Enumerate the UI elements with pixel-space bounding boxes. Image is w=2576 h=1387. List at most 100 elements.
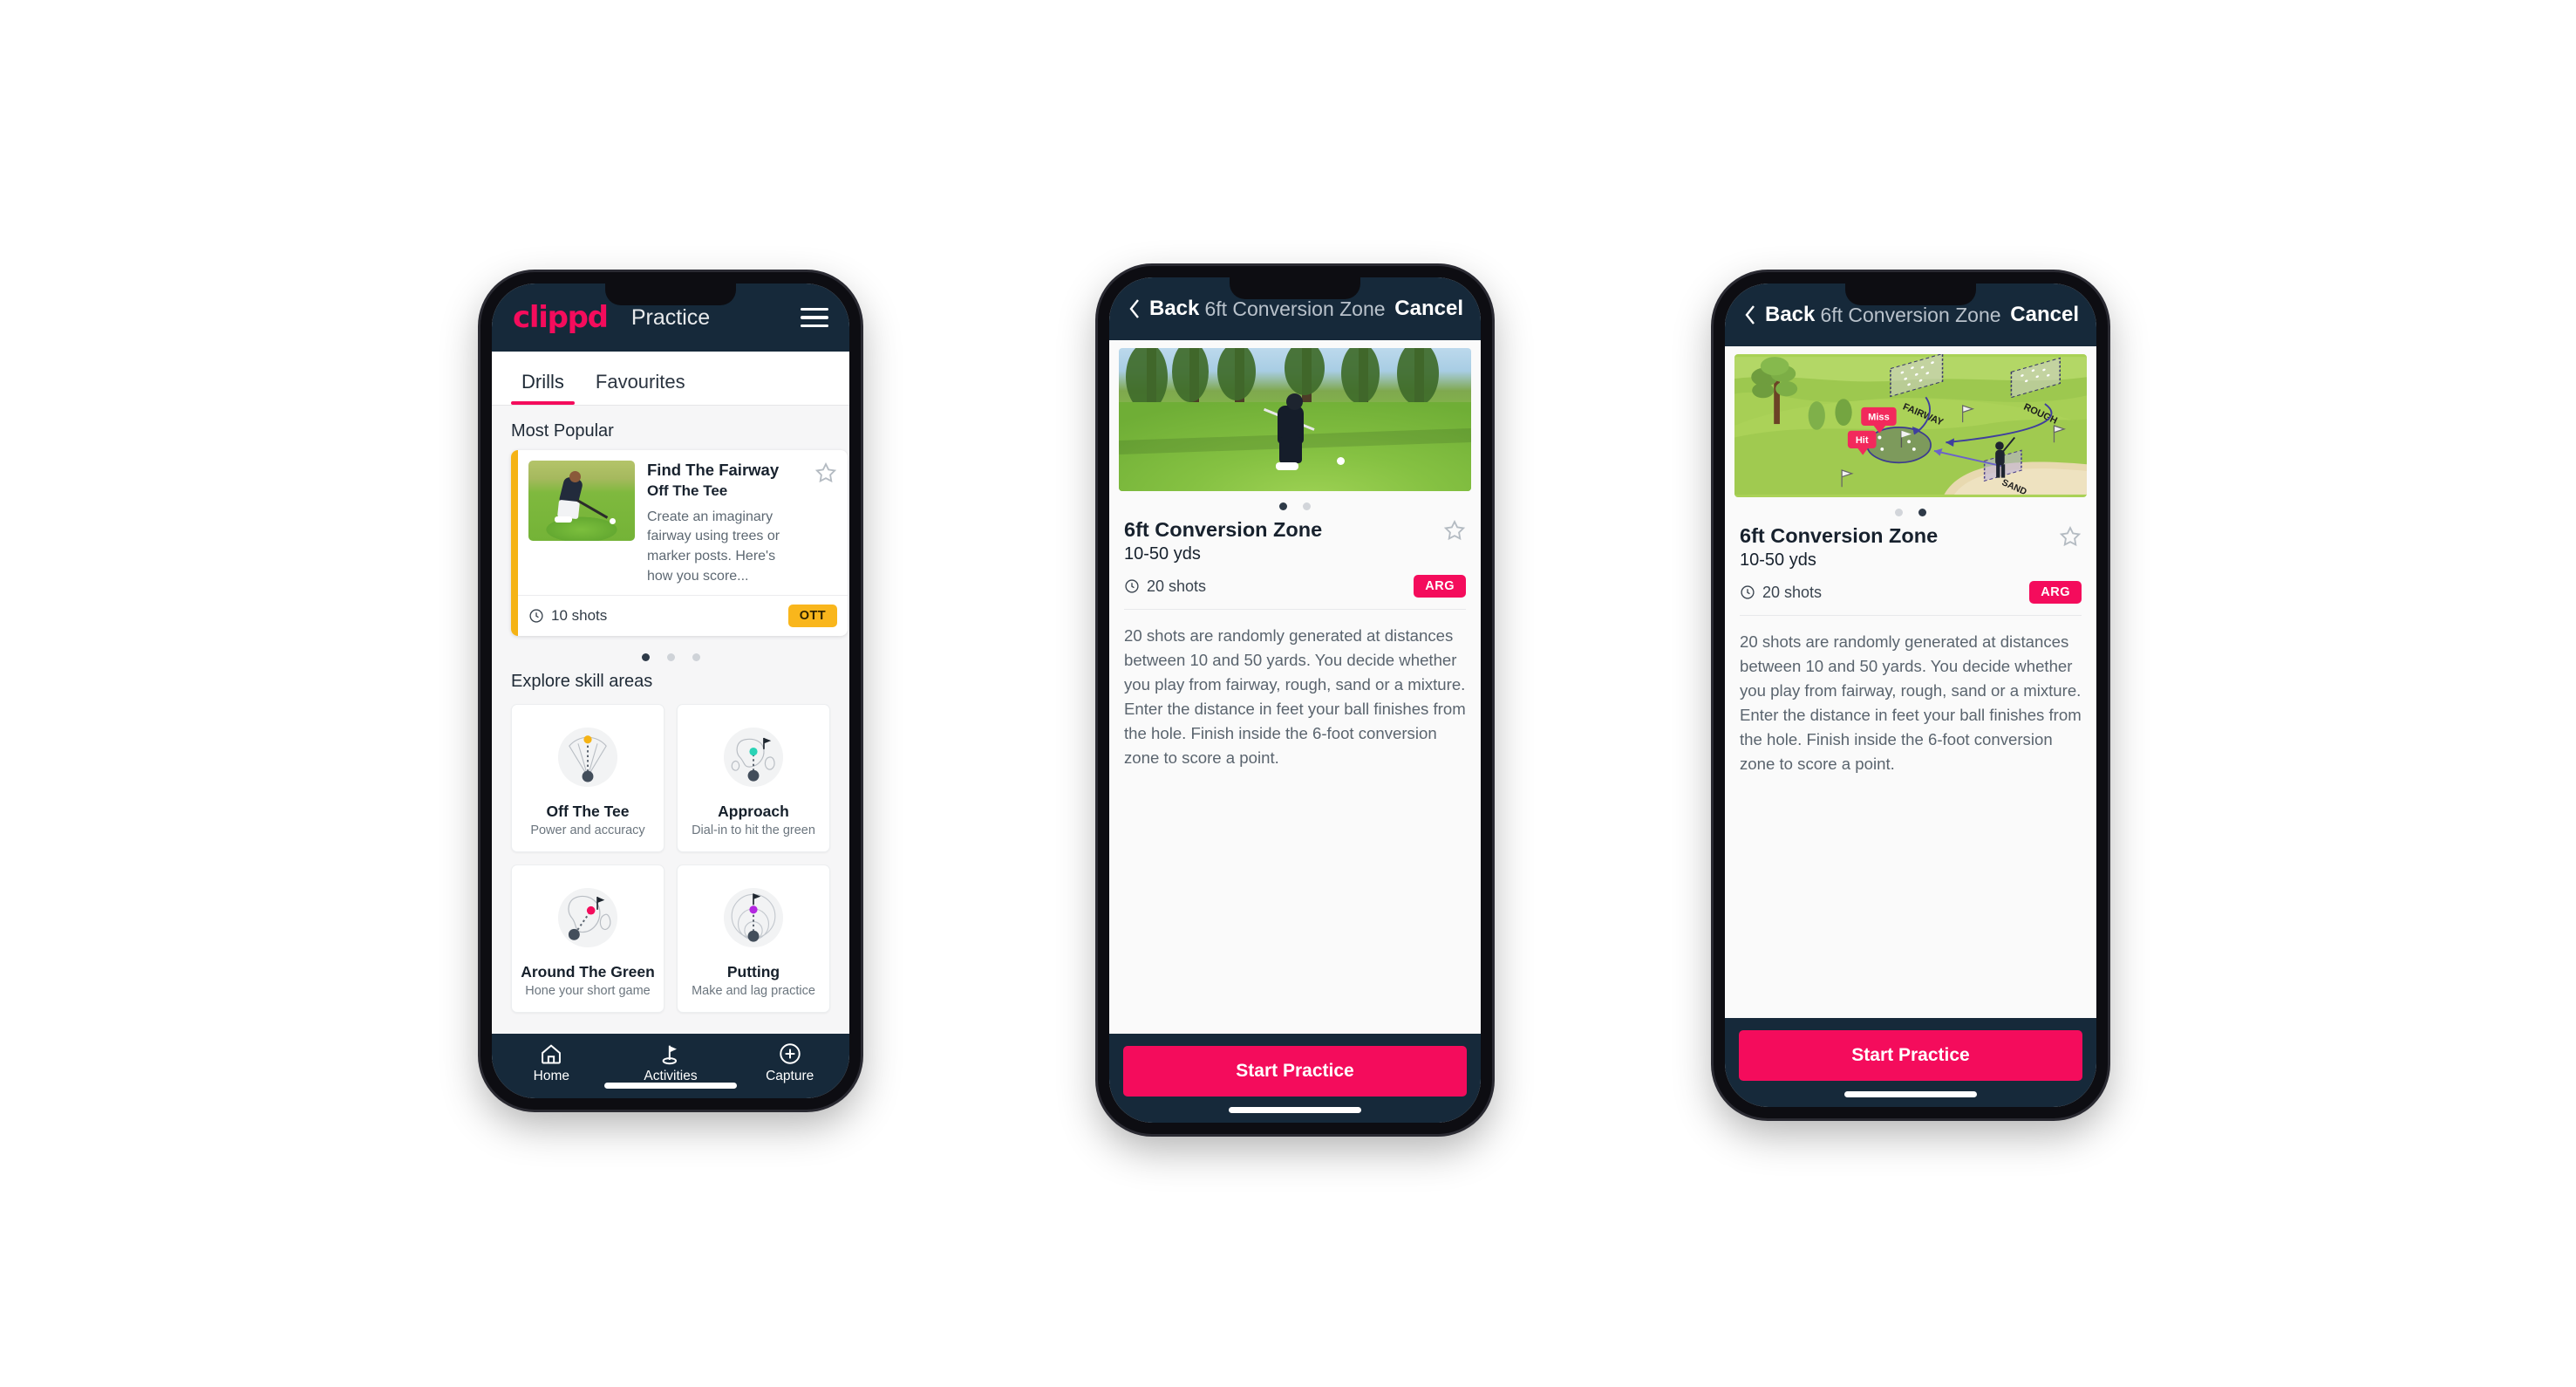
hamburger-icon[interactable]	[801, 307, 828, 328]
drill-shots: 10 shots	[528, 607, 607, 625]
clock-icon	[529, 609, 543, 624]
skill-name: Approach	[718, 803, 789, 821]
notch	[605, 284, 736, 305]
skill-badge-arg: ARG	[2029, 581, 2082, 605]
notch	[1845, 284, 1976, 305]
nav-item-capture[interactable]: Capture	[730, 1042, 849, 1084]
carousel-dot-3[interactable]	[692, 653, 700, 662]
skill-name: Around The Green	[521, 963, 655, 981]
home-icon	[542, 1044, 562, 1064]
cancel-button[interactable]: Cancel	[2010, 303, 2079, 327]
skill-card-putting[interactable]: Putting Make and lag practice	[677, 864, 830, 1014]
hero-dots[interactable]	[1725, 497, 2096, 522]
chevron-left-icon	[1745, 305, 1755, 325]
svg-text:Hit: Hit	[1856, 435, 1869, 446]
star-outline-icon[interactable]	[1443, 519, 1466, 542]
section-explore-title: Explore skill areas	[511, 672, 653, 692]
screenshot-stage: clippd Practice Drills Favourites Most P…	[0, 0, 2576, 1387]
drill-thumbnail	[528, 461, 635, 541]
plus-circle-icon	[779, 1043, 801, 1064]
clock-icon	[1741, 585, 1755, 599]
golf-flag-icon	[662, 1045, 678, 1065]
tee-fan-icon	[557, 728, 618, 788]
drill-description-body: 20 shots are randomly generated at dista…	[1124, 626, 1466, 767]
drill-detail-title: 6ft Conversion Zone	[1124, 518, 1323, 541]
svg-text:Miss: Miss	[1868, 412, 1890, 422]
drill-detail-shots: 20 shots	[1124, 577, 1206, 596]
back-button[interactable]: Back	[1127, 297, 1199, 321]
detail-body: 6ft Conversion Zone 10-50 yds 20 shots A…	[1109, 340, 1481, 1034]
chip-green-icon	[557, 888, 618, 948]
clippd-logo: clippd	[513, 300, 609, 335]
hero-dots[interactable]	[1109, 491, 1481, 516]
putting-rings-icon	[723, 888, 784, 948]
shots-label: 20 shots	[1147, 577, 1207, 595]
hero-wrapper	[1109, 340, 1481, 491]
skill-badge-ott: OTT	[787, 605, 837, 628]
hero-dot-1[interactable]	[1279, 502, 1287, 510]
start-practice-button[interactable]: Start Practice	[1123, 1046, 1467, 1097]
back-label: Back	[1149, 297, 1200, 320]
nav-item-activities[interactable]: Activities	[611, 1042, 731, 1084]
tab-drills[interactable]: Drills	[506, 371, 580, 405]
back-label: Back	[1765, 303, 1816, 326]
cancel-button[interactable]: Cancel	[1394, 297, 1463, 321]
drill-distance-range: 10-50 yds	[1124, 544, 1201, 564]
hero-dot-1[interactable]	[1895, 509, 1903, 516]
approach-green-icon	[723, 728, 784, 788]
phone-mockup-drill-detail-photo: Back 6ft Conversion Zone Cancel 6ft Conv…	[1098, 266, 1492, 1134]
detail-header: 6ft Conversion Zone 10-50 yds 20 shots A…	[1725, 522, 2096, 605]
carousel-dots[interactable]	[492, 636, 849, 666]
hero-dot-2[interactable]	[1918, 509, 1926, 516]
detail-body: FAIRWAY ROUGH SAND Miss Hit 6ft Conversi…	[1725, 346, 2096, 1018]
drill-detail-shots: 20 shots	[1740, 584, 1822, 602]
phone2-screen: Back 6ft Conversion Zone Cancel 6ft Conv…	[1109, 277, 1481, 1123]
drill-distance-range: 10-50 yds	[1740, 550, 1816, 571]
carousel-dot-1[interactable]	[641, 653, 650, 662]
clock-icon	[1125, 579, 1139, 593]
home-indicator	[604, 1083, 737, 1089]
skill-card-around-the-green[interactable]: Around The Green Hone your short game	[511, 864, 664, 1014]
phone1-screen: clippd Practice Drills Favourites Most P…	[492, 284, 849, 1098]
skill-name: Off The Tee	[546, 803, 630, 821]
detail-header: 6ft Conversion Zone 10-50 yds 20 shots A…	[1109, 516, 1481, 598]
skill-card-approach[interactable]: Approach Dial-in to hit the green	[677, 704, 830, 853]
drill-hero-photo[interactable]	[1119, 348, 1471, 491]
phone3-screen: Back 6ft Conversion Zone Cancel FAIRWAY …	[1725, 284, 2096, 1107]
nav-label: Capture	[766, 1069, 814, 1083]
drill-hero-illustration[interactable]: FAIRWAY ROUGH SAND Miss Hit	[1734, 354, 2087, 497]
skill-desc: Make and lag practice	[692, 984, 815, 999]
drill-detail-title: 6ft Conversion Zone	[1740, 524, 1939, 547]
drill-description-body: 20 shots are randomly generated at dista…	[1740, 632, 2082, 773]
nav-item-home[interactable]: Home	[492, 1042, 611, 1084]
drill-card[interactable]: Find The Fairway Off The Tee Create an i…	[511, 450, 848, 637]
phone-mockup-drill-detail-illustration: Back 6ft Conversion Zone Cancel FAIRWAY …	[1714, 272, 2108, 1118]
nav-label: Home	[533, 1069, 570, 1083]
hero-dot-2[interactable]	[1303, 502, 1311, 510]
home-indicator	[1844, 1091, 1977, 1097]
carousel-dot-2[interactable]	[666, 653, 675, 662]
content-scroll[interactable]: Most Popular Find The Fairway Off The Te…	[492, 406, 849, 1034]
star-outline-icon[interactable]	[814, 461, 837, 484]
tab-bar: Drills Favourites	[492, 352, 849, 406]
drill-description: Create an imaginary fairway using trees …	[647, 509, 780, 584]
drill-carousel[interactable]: Find The Fairway Off The Tee Create an i…	[492, 450, 849, 637]
skill-desc: Power and accuracy	[530, 823, 645, 838]
shots-label: 10 shots	[551, 607, 608, 625]
card-accent-bar	[511, 450, 518, 637]
skill-area-grid: Off The Tee Power and accuracy Approach …	[492, 700, 849, 1014]
chevron-left-icon	[1129, 299, 1139, 318]
home-indicator	[1229, 1107, 1361, 1113]
skill-badge-arg: ARG	[1414, 575, 1466, 598]
skill-name: Putting	[726, 963, 780, 981]
notch	[1230, 277, 1360, 299]
start-practice-button[interactable]: Start Practice	[1739, 1030, 2082, 1081]
phone-mockup-practice-list: clippd Practice Drills Favourites Most P…	[480, 272, 861, 1110]
section-most-popular-title: Most Popular	[511, 421, 614, 441]
shots-label: 20 shots	[1762, 583, 1823, 601]
tab-favourites[interactable]: Favourites	[580, 371, 701, 405]
skill-card-off-the-tee[interactable]: Off The Tee Power and accuracy	[511, 704, 664, 853]
skill-desc: Dial-in to hit the green	[692, 823, 815, 838]
star-outline-icon[interactable]	[2059, 525, 2082, 548]
back-button[interactable]: Back	[1742, 303, 1815, 327]
